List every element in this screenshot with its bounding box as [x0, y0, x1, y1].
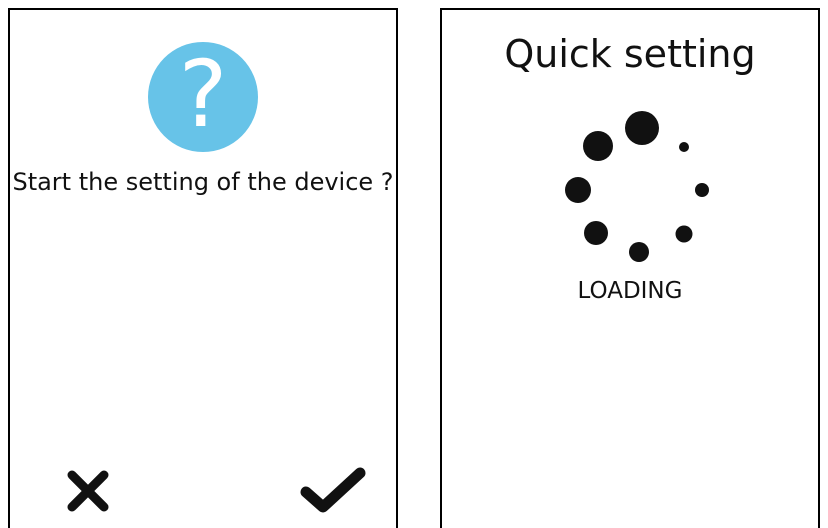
spinner-dot: [679, 142, 689, 152]
checkmark-icon: [300, 467, 366, 513]
close-icon: [67, 470, 109, 512]
question-mark-icon: ?: [148, 42, 258, 152]
spinner-dot: [583, 131, 613, 161]
setup-prompt-text: Start the setting of the device ?: [12, 168, 394, 196]
spinner-dot: [695, 183, 709, 197]
cancel-button[interactable]: [60, 457, 120, 517]
loading-spinner-icon: [565, 111, 709, 262]
help-glyph: ?: [178, 41, 228, 148]
quick-setting-loading-screen: Quick setting LOADING: [440, 8, 820, 528]
spinner-dot: [584, 221, 608, 245]
spinner-dot: [625, 111, 659, 145]
confirm-button[interactable]: [292, 457, 372, 517]
spinner-dot: [629, 242, 649, 262]
spinner-dot: [565, 177, 591, 203]
page-title: Quick setting: [504, 32, 756, 76]
spinner-dot: [675, 225, 693, 243]
loading-status-text: LOADING: [577, 278, 683, 304]
setup-confirm-screen: ? Start the setting of the device ?: [8, 8, 398, 528]
